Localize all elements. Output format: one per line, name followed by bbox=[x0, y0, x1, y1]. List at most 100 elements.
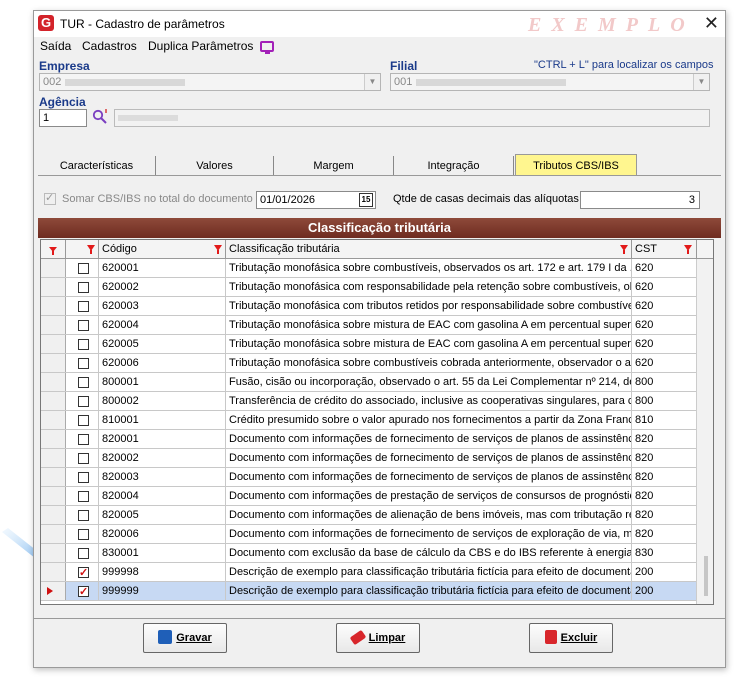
search-icon[interactable] bbox=[92, 109, 108, 125]
chevron-down-icon[interactable]: ▼ bbox=[693, 74, 709, 90]
close-icon[interactable]: ✕ bbox=[704, 13, 719, 33]
table-row[interactable]: 620002 Tributação monofásica com responsa… bbox=[41, 278, 713, 297]
row-indicator[interactable] bbox=[41, 525, 66, 543]
row-indicator[interactable] bbox=[41, 335, 66, 353]
cell-codigo: 820006 bbox=[99, 525, 226, 543]
agencia-code-input[interactable]: 1 bbox=[39, 109, 87, 127]
row-indicator[interactable] bbox=[41, 544, 66, 562]
monitor-icon[interactable] bbox=[260, 41, 274, 54]
row-checkbox[interactable] bbox=[78, 491, 89, 502]
tab-margem[interactable]: Margem bbox=[274, 156, 394, 176]
row-checkbox[interactable] bbox=[78, 320, 89, 331]
table-row[interactable]: 999998Descrição de exemplo para classifi… bbox=[41, 563, 713, 582]
tab-integracao[interactable]: Integração bbox=[394, 156, 514, 176]
row-indicator[interactable] bbox=[41, 582, 66, 600]
menu-saida[interactable]: Saída bbox=[40, 39, 71, 53]
row-checkbox[interactable] bbox=[78, 564, 89, 581]
row-indicator[interactable] bbox=[41, 373, 66, 391]
row-indicator[interactable] bbox=[41, 411, 66, 429]
cell-cst: 620 bbox=[632, 259, 697, 277]
menu-cadastros[interactable]: Cadastros bbox=[82, 39, 137, 53]
filter-icon[interactable] bbox=[684, 245, 692, 254]
header-cst[interactable]: CST bbox=[632, 240, 697, 259]
header-classificacao[interactable]: Classificação tributária bbox=[226, 240, 632, 259]
empresa-combo[interactable]: 002 ▼ bbox=[39, 73, 381, 91]
row-checkbox[interactable] bbox=[78, 529, 89, 540]
decimais-input[interactable]: 3 bbox=[580, 191, 700, 209]
filter-icon[interactable] bbox=[87, 245, 95, 254]
row-indicator[interactable] bbox=[41, 278, 66, 296]
row-indicator[interactable] bbox=[41, 468, 66, 486]
tab-valores[interactable]: Valores bbox=[156, 156, 274, 176]
row-checkbox[interactable] bbox=[78, 510, 89, 521]
row-check-cell bbox=[66, 525, 99, 543]
row-checkbox[interactable] bbox=[78, 301, 89, 312]
chevron-down-icon[interactable]: ▼ bbox=[364, 74, 380, 90]
table-row[interactable]: 620001 Tributação monofásica sobre combus… bbox=[41, 259, 713, 278]
table-row[interactable]: 999999Descrição de exemplo para classifi… bbox=[41, 582, 713, 601]
row-indicator[interactable] bbox=[41, 259, 66, 277]
table-row[interactable]: 800002 Transferência de crédito do associ… bbox=[41, 392, 713, 411]
row-checkbox[interactable] bbox=[78, 377, 89, 388]
table-row[interactable]: 620006 Tributação monofásica sobre combus… bbox=[41, 354, 713, 373]
row-checkbox[interactable] bbox=[78, 415, 89, 426]
date-input[interactable]: 01/01/2026 15 bbox=[256, 191, 376, 209]
table-row[interactable]: 820006 Documento com informações de forne… bbox=[41, 525, 713, 544]
table-row[interactable]: 620004 Tributação monofásica sobre mistur… bbox=[41, 316, 713, 335]
cell-classificacao: Tributação monofásica sobre mistura de E… bbox=[226, 316, 632, 334]
row-checkbox[interactable] bbox=[78, 263, 89, 274]
table-row[interactable]: 820002 Documento com informações de forne… bbox=[41, 449, 713, 468]
row-indicator[interactable] bbox=[41, 297, 66, 315]
filter-icon[interactable] bbox=[214, 245, 222, 254]
header-codigo[interactable]: Código bbox=[99, 240, 226, 259]
row-checkbox[interactable] bbox=[78, 396, 89, 407]
filial-combo[interactable]: 001 ▼ bbox=[390, 73, 710, 91]
filter-icon[interactable] bbox=[620, 245, 628, 254]
row-checkbox[interactable] bbox=[78, 583, 89, 600]
row-indicator[interactable] bbox=[41, 487, 66, 505]
menu-duplica-parametros[interactable]: Duplica Parâmetros bbox=[148, 39, 253, 53]
decimais-label: Qtde de casas decimais das alíquotas bbox=[393, 193, 579, 205]
table-row[interactable]: 820001 Documento com informações de forne… bbox=[41, 430, 713, 449]
menu-bar: Saída Cadastros Duplica Parâmetros bbox=[34, 38, 725, 56]
table-row[interactable]: 620003 Tributação monofásica com tributos… bbox=[41, 297, 713, 316]
row-checkbox[interactable] bbox=[78, 434, 89, 445]
table-row[interactable]: 820005 Documento com informações de alien… bbox=[41, 506, 713, 525]
row-indicator[interactable] bbox=[41, 563, 66, 581]
row-indicator[interactable] bbox=[41, 392, 66, 410]
table-row[interactable]: 820004 Documento com informações de prest… bbox=[41, 487, 713, 506]
row-indicator[interactable] bbox=[41, 449, 66, 467]
row-indicator[interactable] bbox=[41, 506, 66, 524]
table-row[interactable]: 800001 Fusão, cisão ou incorporação, obse… bbox=[41, 373, 713, 392]
row-checkbox[interactable] bbox=[78, 339, 89, 350]
grid-scrollbar[interactable] bbox=[696, 259, 713, 604]
gravar-button[interactable]: Gravar bbox=[143, 623, 227, 653]
row-indicator[interactable] bbox=[41, 354, 66, 372]
header-indicator-col[interactable] bbox=[41, 240, 66, 259]
table-row[interactable]: 620005 Tributação monofásica sobre mistur… bbox=[41, 335, 713, 354]
row-indicator[interactable] bbox=[41, 316, 66, 334]
calendar-icon[interactable]: 15 bbox=[359, 193, 373, 207]
cell-cst: 820 bbox=[632, 487, 697, 505]
agencia-name-field bbox=[114, 109, 710, 127]
table-row[interactable]: 830001 Documento com exclusão da base de … bbox=[41, 544, 713, 563]
tab-tributos-cbs-ibs[interactable]: Tributos CBS/IBS bbox=[515, 154, 637, 176]
row-checkbox[interactable] bbox=[78, 548, 89, 559]
excluir-button[interactable]: Excluir bbox=[529, 623, 613, 653]
row-checkbox[interactable] bbox=[78, 282, 89, 293]
sort-icon[interactable] bbox=[49, 247, 57, 255]
scroll-thumb[interactable] bbox=[704, 556, 708, 596]
limpar-button[interactable]: Limpar bbox=[336, 623, 420, 653]
limpar-label: Limpar bbox=[368, 632, 406, 644]
row-checkbox[interactable] bbox=[78, 472, 89, 483]
table-row[interactable]: 820003 Documento com informações de forne… bbox=[41, 468, 713, 487]
tab-caracteristicas[interactable]: Características bbox=[38, 156, 156, 176]
cell-codigo: 620002 bbox=[99, 278, 226, 296]
row-indicator[interactable] bbox=[41, 430, 66, 448]
table-row[interactable]: 810001 Crédito presumido sobre o valor ap… bbox=[41, 411, 713, 430]
header-check-col[interactable] bbox=[66, 240, 99, 259]
cell-classificacao: Tributação monofásica sobre mistura de E… bbox=[226, 335, 632, 353]
row-checkbox[interactable] bbox=[78, 358, 89, 369]
row-checkbox[interactable] bbox=[78, 453, 89, 464]
cell-classificacao: Tributação monofásica com responsabilida… bbox=[226, 278, 632, 296]
